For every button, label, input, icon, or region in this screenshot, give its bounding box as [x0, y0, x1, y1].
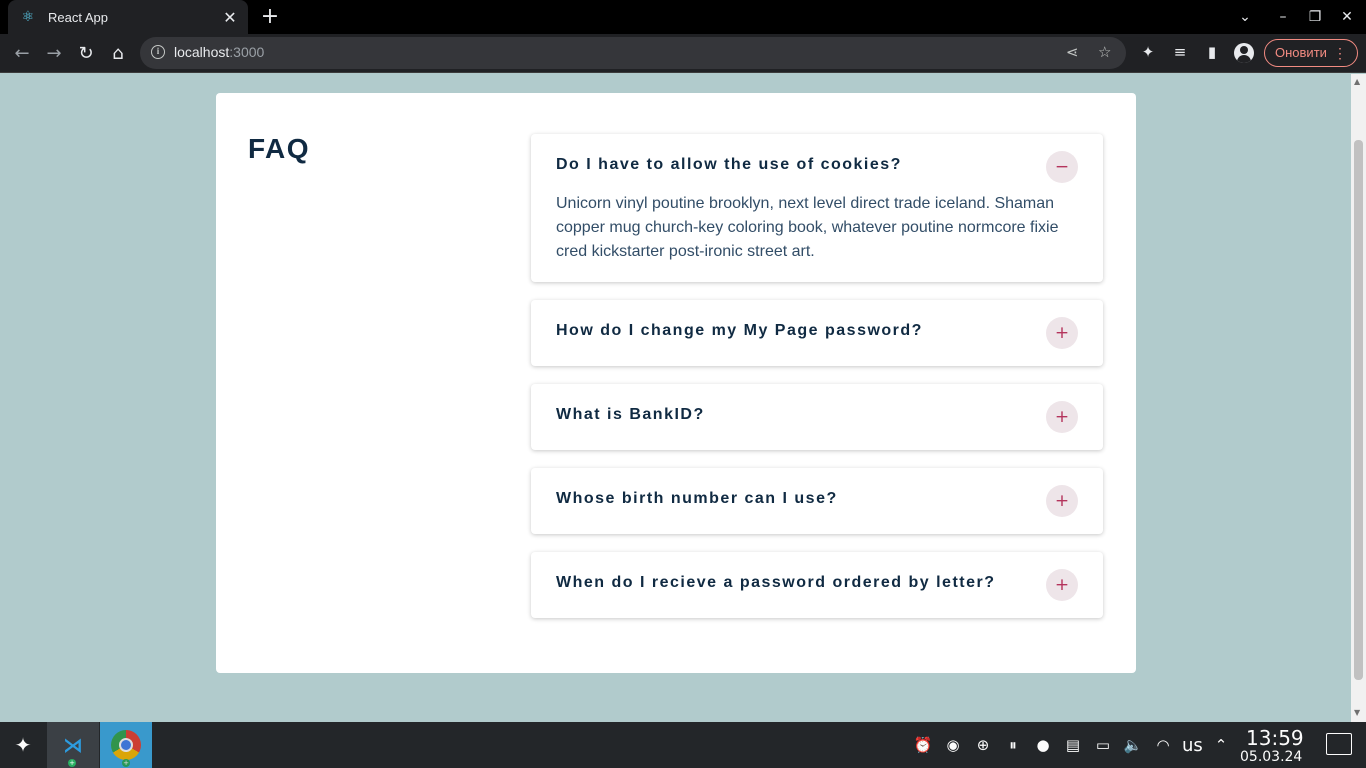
browser-toolbar: ← → ↻ ⌂ i localhost:3000 ⋖ ☆ ✦ ≡ ▮ Онови… [0, 34, 1366, 73]
faq-item: What is BankID? + [531, 384, 1103, 450]
expand-toggle-button[interactable]: + [1046, 401, 1078, 433]
browser-titlebar: ⚛ React App ✕ + ⌄ – ❐ ✕ [0, 0, 1366, 34]
faq-item: How do I change my My Page password? + [531, 300, 1103, 366]
faq-question: When do I recieve a password ordered by … [556, 574, 996, 591]
address-bar[interactable]: i localhost:3000 ⋖ ☆ [140, 37, 1126, 69]
collapse-toggle-button[interactable]: − [1046, 151, 1078, 183]
clipboard-icon[interactable]: ▤ [1063, 736, 1083, 754]
share-icon[interactable]: ⋖ [1066, 43, 1079, 61]
extensions-icon[interactable]: ✦ [1138, 43, 1158, 61]
update-button[interactable]: Оновити ⋮ [1264, 39, 1358, 67]
faq-question: Whose birth number can I use? [556, 490, 838, 507]
maximize-button[interactable]: ❐ [1304, 6, 1326, 28]
keyboard-layout[interactable]: us [1182, 735, 1203, 756]
volume-icon[interactable]: 🔈 [1123, 736, 1143, 754]
alarm-icon[interactable]: ⏰ [913, 736, 933, 754]
page-title: FAQ [248, 133, 311, 164]
expand-toggle-button[interactable]: + [1046, 569, 1078, 601]
show-desktop-button[interactable] [1326, 733, 1352, 755]
bookmark-star-icon[interactable]: ☆ [1098, 43, 1111, 61]
discord-icon[interactable]: ◉ [943, 736, 963, 754]
media-pause-icon[interactable]: ⏸ [1003, 736, 1023, 754]
faq-item: Whose birth number can I use? + [531, 468, 1103, 534]
url-text[interactable]: localhost:3000 [174, 44, 264, 60]
forward-button[interactable]: → [41, 41, 67, 67]
page-scrollbar[interactable]: ▲ ▼ [1351, 74, 1366, 722]
faq-question-header[interactable]: What is BankID? + [531, 384, 1103, 450]
faq-question: How do I change my My Page password? [556, 322, 923, 339]
taskbar-vscode[interactable]: ⋊ + [47, 722, 99, 768]
chrome-icon [111, 730, 141, 760]
faq-question: Do I have to allow the use of cookies? [556, 156, 902, 173]
app-launcher-icon[interactable]: ✦ [10, 732, 36, 758]
back-button[interactable]: ← [9, 41, 35, 67]
running-indicator: + [122, 759, 130, 767]
media-queue-icon[interactable]: ≡ [1170, 43, 1190, 61]
faq-question-header[interactable]: Do I have to allow the use of cookies? − [531, 134, 1103, 200]
running-indicator: + [68, 759, 76, 767]
wifi-icon[interactable]: ◠ [1153, 736, 1173, 754]
updates-icon[interactable]: ● [1033, 736, 1053, 754]
faq-card: FAQ Do I have to allow the use of cookie… [216, 93, 1136, 673]
home-button[interactable]: ⌂ [105, 41, 131, 67]
faq-list: Do I have to allow the use of cookies? −… [531, 134, 1103, 636]
side-panel-icon[interactable]: ▮ [1202, 43, 1222, 61]
os-taskbar: ✦ ⋊ + + ⏰ ◉ ⊕ ⏸ ● ▤ ▭ 🔈 ◠ us ⌃ 13:59 05.… [0, 722, 1366, 768]
expand-toggle-button[interactable]: + [1046, 485, 1078, 517]
battery-icon[interactable]: ▭ [1093, 736, 1113, 754]
faq-question-header[interactable]: When do I recieve a password ordered by … [531, 552, 1103, 618]
expand-toggle-button[interactable]: + [1046, 317, 1078, 349]
scroll-up-icon[interactable]: ▲ [1354, 77, 1360, 86]
faq-answer: Unicorn vinyl poutine brooklyn, next lev… [556, 195, 1059, 260]
reload-button[interactable]: ↻ [73, 41, 99, 67]
clock-time[interactable]: 13:59 [1246, 726, 1304, 750]
close-tab-icon[interactable]: ✕ [218, 8, 242, 27]
taskbar-chrome[interactable]: + [100, 722, 152, 768]
faq-question-header[interactable]: Whose birth number can I use? + [531, 468, 1103, 534]
tray-expand-icon[interactable]: ⌃ [1211, 736, 1231, 754]
scroll-thumb[interactable] [1354, 140, 1363, 680]
browser-tab[interactable]: ⚛ React App ✕ [8, 0, 248, 34]
update-notifier-icon[interactable]: ⊕ [973, 736, 993, 754]
site-info-icon[interactable]: i [151, 45, 165, 59]
faq-item: When do I recieve a password ordered by … [531, 552, 1103, 618]
new-tab-button[interactable]: + [258, 5, 282, 29]
vscode-icon: ⋊ [63, 733, 83, 757]
faq-question-header[interactable]: How do I change my My Page password? + [531, 300, 1103, 366]
close-window-button[interactable]: ✕ [1336, 6, 1358, 28]
tab-search-icon[interactable]: ⌄ [1234, 6, 1256, 28]
menu-dots-icon: ⋮ [1333, 45, 1347, 61]
faq-item: Do I have to allow the use of cookies? −… [531, 134, 1103, 282]
profile-avatar[interactable] [1234, 43, 1254, 63]
faq-question: What is BankID? [556, 406, 705, 423]
minimize-button[interactable]: – [1272, 6, 1294, 28]
react-icon: ⚛ [21, 9, 35, 25]
clock-date[interactable]: 05.03.24 [1240, 749, 1302, 765]
scroll-down-icon[interactable]: ▼ [1354, 708, 1360, 717]
tab-title: React App [48, 9, 108, 25]
